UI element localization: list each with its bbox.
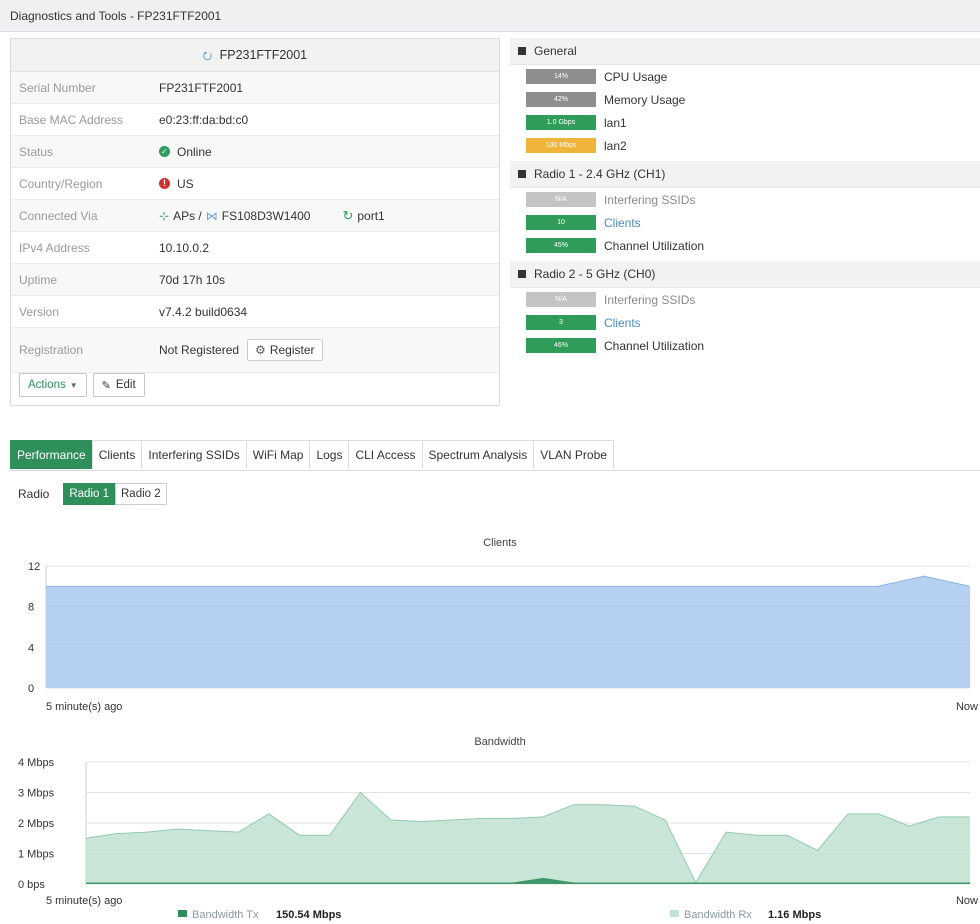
y-tick-label: 4 Mbps	[18, 757, 55, 769]
bandwidth-x-end-label: Now	[956, 895, 978, 907]
clients-x-end-label: Now	[956, 701, 978, 713]
y-tick-label: 0	[28, 683, 34, 695]
y-tick-label: 3 Mbps	[18, 788, 55, 800]
bandwidth-y-ticks: 0 bps 1 Mbps 2 Mbps 3 Mbps 4 Mbps	[18, 757, 55, 891]
y-tick-label: 2 Mbps	[18, 818, 55, 830]
y-tick-label: 12	[28, 561, 40, 573]
bandwidth-tx-area	[86, 792, 970, 884]
y-tick-label: 0 bps	[18, 879, 45, 891]
y-tick-label: 4	[28, 642, 34, 654]
legend-rx-value: 1.16 Mbps	[768, 909, 821, 921]
charts-canvas: Clients 0 4 8 12 5 minute(s) ago Now Bandwi…	[18, 537, 978, 921]
clients-chart-title: Clients	[483, 537, 517, 549]
legend-rx-label: Bandwidth Rx	[684, 909, 752, 921]
legend-tx-swatch	[178, 910, 187, 917]
legend-tx-value: 150.54 Mbps	[276, 909, 341, 921]
y-tick-label: 1 Mbps	[18, 849, 55, 861]
legend-tx-label: Bandwidth Tx	[192, 909, 259, 921]
bandwidth-x-start-label: 5 minute(s) ago	[46, 895, 122, 907]
clients-area	[46, 576, 970, 688]
bandwidth-chart-title: Bandwidth	[474, 736, 525, 748]
y-tick-label: 8	[28, 602, 34, 614]
clients-line	[46, 575, 971, 587]
legend-rx-swatch	[670, 910, 679, 917]
bandwidth-legend: Bandwidth Tx 150.54 Mbps Bandwidth Rx 1.…	[178, 909, 821, 921]
clients-x-start-label: 5 minute(s) ago	[46, 701, 122, 713]
clients-y-ticks: 0 4 8 12	[28, 561, 40, 695]
